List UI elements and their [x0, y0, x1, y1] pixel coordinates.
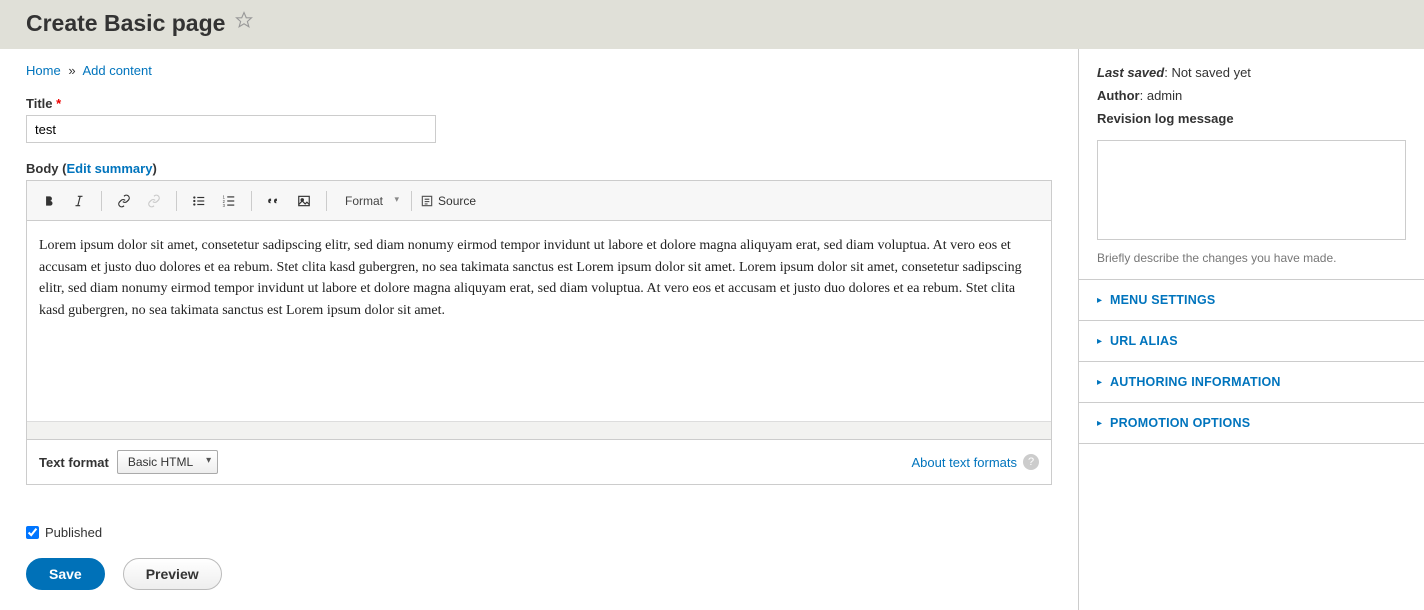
body-label-row: Body (Edit summary)	[26, 161, 1052, 176]
svg-text:3: 3	[223, 202, 226, 207]
body-label: Body	[26, 161, 59, 176]
toolbar-separator	[326, 191, 327, 211]
text-format-select[interactable]: Basic HTML	[117, 450, 218, 474]
numbered-list-icon[interactable]: 123	[215, 187, 243, 215]
required-mark: *	[56, 96, 61, 111]
revision-help-text: Briefly describe the changes you have ma…	[1097, 251, 1406, 265]
editor-content[interactable]: Lorem ipsum dolor sit amet, consetetur s…	[27, 221, 1051, 421]
last-saved-value: Not saved yet	[1171, 65, 1251, 80]
title-label: Title *	[26, 96, 1052, 111]
breadcrumb-home[interactable]: Home	[26, 63, 61, 78]
italic-icon[interactable]	[65, 187, 93, 215]
editor-toolbar: 123 Format Source	[27, 181, 1051, 221]
help-icon: ?	[1023, 454, 1039, 470]
chevron-right-icon: ▸	[1097, 418, 1102, 429]
text-format-row: Text format Basic HTML About text format…	[26, 440, 1052, 485]
author-label: Author	[1097, 88, 1140, 103]
breadcrumb-add-content[interactable]: Add content	[82, 63, 151, 78]
chevron-right-icon: ▸	[1097, 336, 1102, 347]
breadcrumb: Home » Add content	[26, 63, 1052, 78]
sidebar-meta: Last saved: Not saved yet Author: admin …	[1079, 49, 1424, 279]
text-format-label: Text format	[39, 455, 109, 470]
preview-button[interactable]: Preview	[123, 558, 222, 590]
revision-log-textarea[interactable]	[1097, 140, 1406, 240]
about-text-formats-link[interactable]: About text formats ?	[912, 454, 1040, 470]
last-saved-label: Last saved	[1097, 65, 1164, 80]
page-title: Create Basic page	[26, 10, 225, 37]
star-icon[interactable]	[235, 11, 253, 29]
bullet-list-icon[interactable]	[185, 187, 213, 215]
chevron-right-icon: ▸	[1097, 377, 1102, 388]
editor-resize-handle[interactable]	[27, 421, 1051, 439]
blockquote-icon[interactable]	[260, 187, 288, 215]
sidebar: Last saved: Not saved yet Author: admin …	[1078, 49, 1424, 610]
title-input[interactable]	[26, 115, 436, 143]
main-column: Home » Add content Title * Body (Edit su…	[0, 49, 1078, 610]
image-icon[interactable]	[290, 187, 318, 215]
accordion-promotion-options[interactable]: ▸ PROMOTION OPTIONS	[1079, 402, 1424, 444]
accordion-menu-settings[interactable]: ▸ MENU SETTINGS	[1079, 279, 1424, 320]
author-value: admin	[1147, 88, 1182, 103]
accordion-authoring-info[interactable]: ▸ AUTHORING INFORMATION	[1079, 361, 1424, 402]
rich-text-editor: 123 Format Source Lorem ipsum dolor sit …	[26, 180, 1052, 440]
link-icon[interactable]	[110, 187, 138, 215]
chevron-right-icon: ▸	[1097, 295, 1102, 306]
accordion-url-alias[interactable]: ▸ URL ALIAS	[1079, 320, 1424, 361]
source-button[interactable]: Source	[420, 194, 476, 208]
toolbar-separator	[251, 191, 252, 211]
save-button[interactable]: Save	[26, 558, 105, 590]
actions-row: Save Preview	[26, 558, 1052, 590]
format-dropdown[interactable]: Format	[335, 190, 403, 212]
published-checkbox[interactable]	[26, 526, 39, 539]
breadcrumb-separator: »	[68, 63, 75, 78]
bold-icon[interactable]	[35, 187, 63, 215]
edit-summary-link[interactable]: Edit summary	[66, 161, 152, 176]
page-header: Create Basic page	[0, 0, 1424, 49]
toolbar-separator	[101, 191, 102, 211]
unlink-icon[interactable]	[140, 187, 168, 215]
toolbar-separator	[411, 191, 412, 211]
toolbar-separator	[176, 191, 177, 211]
published-label: Published	[45, 525, 102, 540]
revision-log-label: Revision log message	[1097, 111, 1234, 126]
published-row: Published	[26, 525, 1052, 540]
